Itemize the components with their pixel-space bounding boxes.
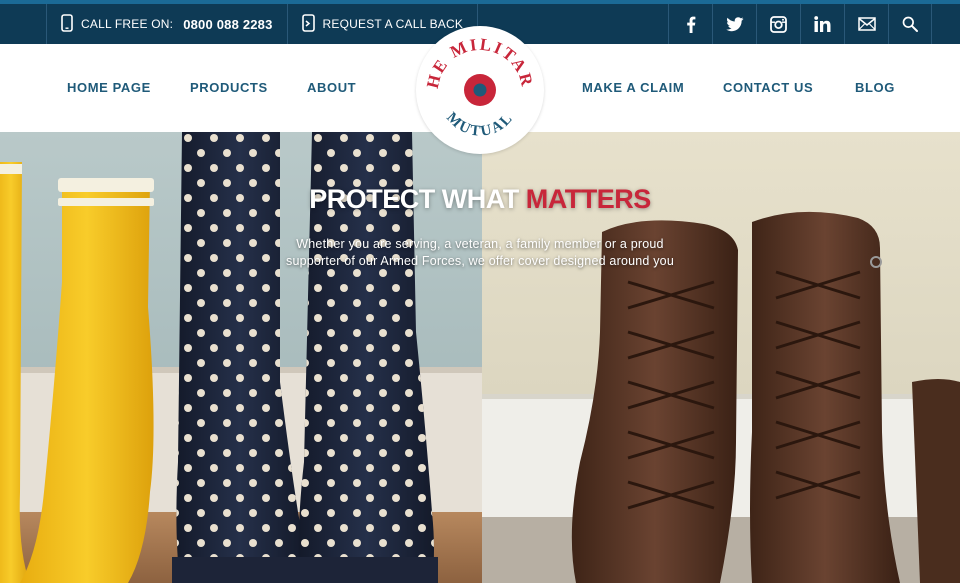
call-free-link[interactable]: CALL FREE ON: 0800 088 2283 — [47, 4, 287, 44]
email-button[interactable] — [844, 4, 888, 44]
facebook-icon — [686, 16, 696, 33]
instagram-icon — [770, 15, 787, 33]
twitter-button[interactable] — [712, 4, 756, 44]
logo-roundel-icon: THE MILITARY MUTUAL — [416, 26, 535, 140]
search-button[interactable] — [888, 4, 932, 44]
instagram-button[interactable] — [756, 4, 800, 44]
nav-about[interactable]: ABOUT — [307, 80, 356, 95]
callback-phone-icon — [301, 13, 315, 35]
hero-title-red: MATTERS — [525, 184, 652, 214]
logo-bottom-text: MUTUAL — [443, 110, 517, 140]
hero-subtitle: Whether you are serving, a veteran, a fa… — [286, 237, 674, 268]
nav-blog[interactable]: BLOG — [855, 80, 895, 95]
nav-contact-us[interactable]: CONTACT US — [723, 80, 813, 95]
hero-banner: PROTECT WHAT MATTERS Whether you are ser… — [0, 132, 960, 583]
military-mutual-logo[interactable]: THE MILITARY MUTUAL — [416, 26, 544, 154]
nav-products[interactable]: PRODUCTS — [190, 80, 268, 95]
nav-make-a-claim[interactable]: MAKE A CLAIM — [582, 80, 684, 95]
nav-home-page[interactable]: HOME PAGE — [67, 80, 151, 95]
phone-number: 0800 088 2283 — [183, 16, 273, 32]
email-icon — [857, 17, 876, 31]
linkedin-icon — [814, 16, 831, 32]
hero-title: PROTECT WHAT MATTERS — [0, 184, 960, 215]
linkedin-button[interactable] — [800, 4, 844, 44]
topbar-left-gap — [0, 4, 46, 44]
call-free-label: CALL FREE ON: — [81, 17, 174, 31]
hero-title-white: PROTECT WHAT — [309, 184, 519, 214]
facebook-button[interactable] — [668, 4, 712, 44]
twitter-icon — [725, 16, 744, 32]
search-icon — [902, 16, 918, 32]
phone-icon — [61, 13, 73, 35]
